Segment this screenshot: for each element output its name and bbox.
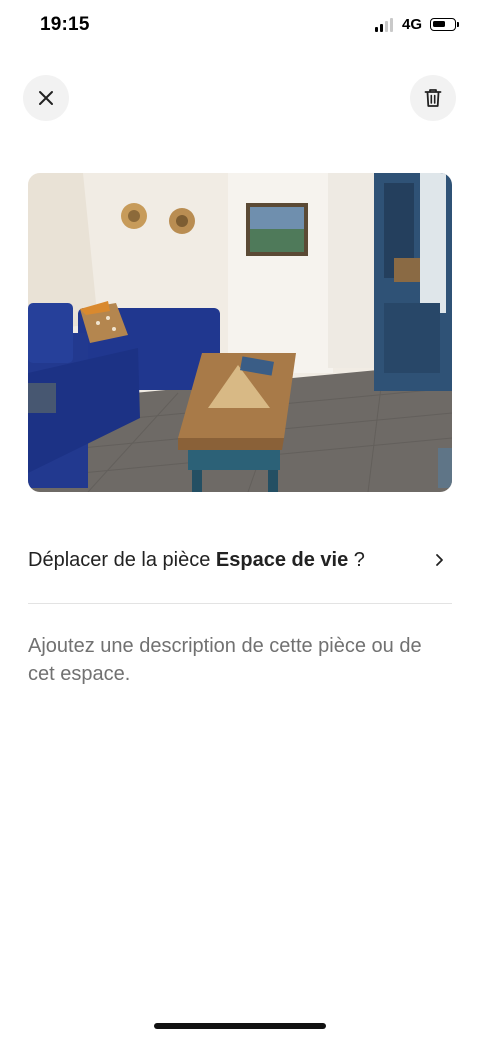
divider (28, 603, 452, 604)
move-room-prefix: Déplacer de la pièce (28, 548, 216, 571)
status-bar: 19:15 4G (0, 0, 480, 52)
signal-icon (374, 17, 393, 32)
move-room-label: Déplacer de la pièce Espace de vie ? (28, 549, 365, 572)
close-button[interactable] (23, 75, 69, 121)
chevron-right-icon (432, 553, 446, 567)
room-photo-image (28, 173, 452, 492)
description-field[interactable]: Ajoutez une description de cette pièce o… (28, 632, 452, 688)
room-name: Espace de vie (215, 548, 349, 571)
trash-icon (424, 89, 442, 107)
home-indicator[interactable] (154, 1023, 326, 1029)
move-room-row[interactable]: Déplacer de la pièce Espace de vie ? (28, 534, 452, 586)
close-icon (39, 91, 53, 105)
delete-button[interactable] (410, 75, 456, 121)
status-time: 19:15 (40, 14, 90, 35)
status-icons: 4G (374, 16, 459, 33)
battery-icon (430, 18, 459, 31)
network-label: 4G (401, 16, 422, 33)
move-room-suffix: ? (348, 548, 365, 571)
room-photo[interactable] (28, 173, 452, 492)
